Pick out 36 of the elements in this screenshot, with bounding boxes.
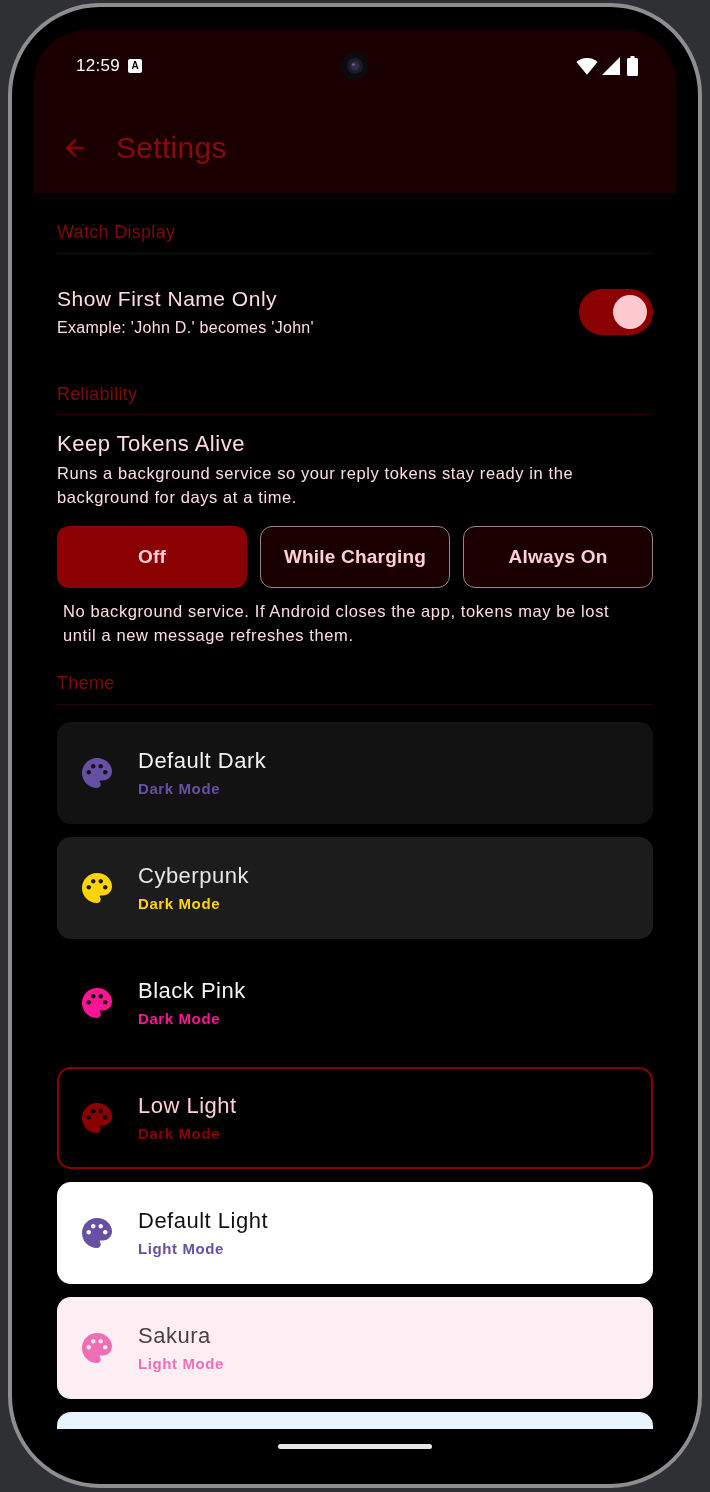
theme-mode: Light Mode bbox=[138, 1354, 224, 1374]
wifi-icon bbox=[576, 57, 598, 75]
option-help-text: No background service. If Android closes the app, tokens may be lost until a new message refreshes them. bbox=[63, 601, 611, 646]
theme-mode: Dark Mode bbox=[138, 779, 221, 799]
mode-option-button[interactable]: Off bbox=[57, 526, 247, 588]
theme-name: Low Light bbox=[138, 1092, 237, 1120]
theme-card[interactable]: Cyberpunk Dark Mode bbox=[57, 837, 653, 939]
setting-subtitle: Example: 'John D.' becomes 'John' bbox=[57, 318, 314, 338]
notification-badge: A bbox=[128, 59, 143, 73]
theme-name: Sakura bbox=[138, 1322, 211, 1350]
theme-name: Black Pink bbox=[138, 977, 246, 1005]
section-heading: Reliability bbox=[57, 383, 138, 406]
screen-title: Settings bbox=[116, 130, 227, 166]
mode-option-button[interactable]: Always On bbox=[463, 526, 653, 588]
toggle-switch[interactable] bbox=[579, 289, 653, 335]
section-heading: Theme bbox=[57, 672, 115, 695]
front-camera bbox=[341, 52, 369, 80]
theme-mode: Dark Mode bbox=[138, 1124, 221, 1144]
setting-description: Runs a background service so your reply tokens stay ready in the background for days at a time. bbox=[57, 463, 575, 508]
theme-mode: Light Mode bbox=[138, 1239, 224, 1259]
status-time: 12:59 bbox=[76, 55, 121, 77]
theme-card[interactable]: Low Light Dark Mode bbox=[57, 1067, 653, 1169]
theme-mode: Dark Mode bbox=[138, 894, 221, 914]
theme-name: Cyberpunk bbox=[138, 862, 249, 890]
theme-name: Default Dark bbox=[138, 747, 267, 775]
theme-card[interactable]: Sakura Light Mode bbox=[57, 1297, 653, 1399]
section-heading: Watch Display bbox=[57, 221, 176, 244]
theme-name: Default Light bbox=[138, 1207, 269, 1235]
battery-icon bbox=[627, 56, 638, 76]
setting-title: Keep Tokens Alive bbox=[57, 430, 245, 458]
signal-icon bbox=[602, 57, 620, 75]
mode-option-button[interactable]: While Charging bbox=[260, 526, 450, 588]
theme-card[interactable]: Default Dark Dark Mode bbox=[57, 722, 653, 824]
theme-mode: Dark Mode bbox=[138, 1009, 221, 1029]
setting-title: Show First Name Only bbox=[57, 286, 278, 312]
theme-card[interactable]: Default Light Light Mode bbox=[57, 1182, 653, 1284]
